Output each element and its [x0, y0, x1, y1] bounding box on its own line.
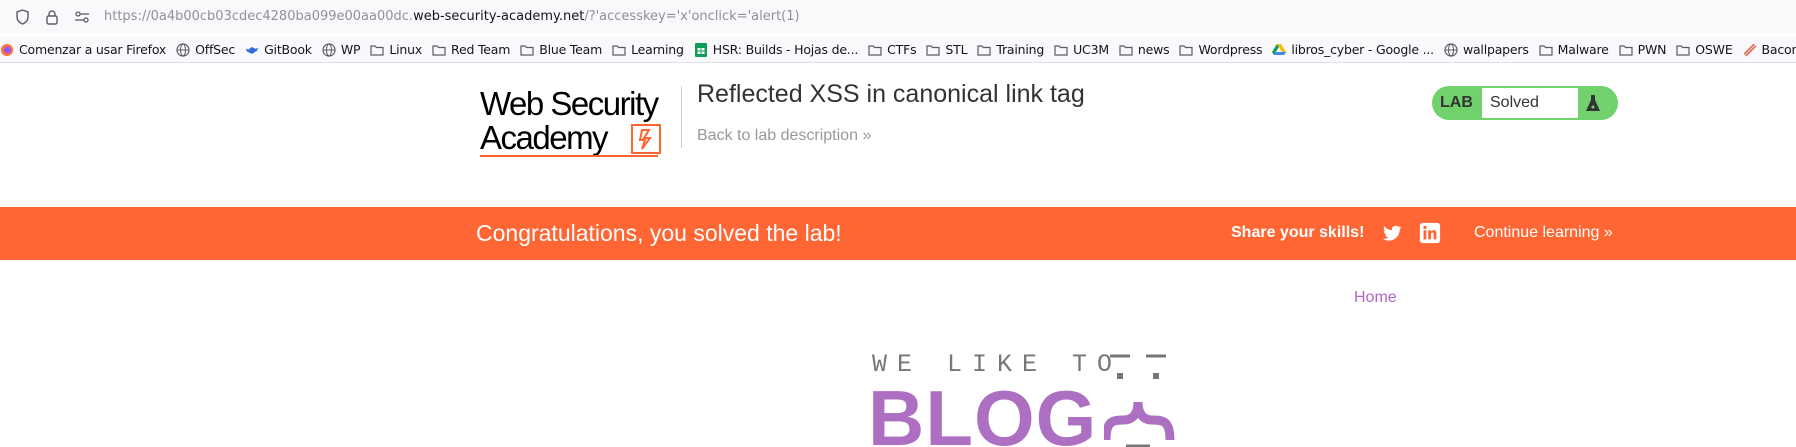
bookmark-label: libros_cyber - Google ... [1291, 42, 1434, 57]
bookmark-item[interactable]: libros_cyber - Google ... [1272, 42, 1434, 57]
logo-underline [480, 155, 658, 157]
bookmark-item[interactable]: Blue Team [520, 42, 602, 57]
bookmark-item[interactable]: Training [977, 42, 1044, 57]
bookmark-label: wallpapers [1462, 42, 1529, 57]
bookmark-item[interactable]: UC3M [1054, 42, 1109, 57]
lab-header: Web Security Academy Reflected XSS in ca… [0, 64, 1796, 207]
url-host: web-security-academy.net [413, 9, 585, 24]
bookmark-label: BaconHash [1761, 42, 1796, 57]
bookmark-label: HSR: Builds - Hojas de... [712, 42, 859, 57]
bookmark-item[interactable]: HSR: Builds - Hojas de... [694, 42, 858, 57]
double-chevron-icon: » [1603, 224, 1613, 241]
bookmark-label: Malware [1557, 42, 1609, 57]
blog-header-art: WE LIKE TO BLOG [868, 348, 1228, 447]
bookmark-label: STL [945, 42, 968, 57]
url-prefix: https://0a4b00cb03cdec4280ba099e00aa00dc… [104, 9, 414, 24]
home-link[interactable]: Home [1354, 289, 1397, 307]
bookmark-item[interactable]: OffSec [176, 42, 235, 57]
bookmark-label: WP [340, 42, 361, 57]
url-text[interactable]: https://0a4b00cb03cdec4280ba099e00aa00dc… [104, 9, 800, 24]
blog-title: BLOG [868, 374, 1098, 447]
globe-icon [176, 42, 190, 57]
folder-icon [1619, 43, 1633, 57]
folder-icon [1119, 43, 1133, 57]
bookmark-label: PWN [1637, 42, 1667, 57]
bookmark-item[interactable]: GitBook [245, 42, 312, 57]
logo-line1: Web Security [480, 85, 659, 122]
url-bar[interactable]: https://0a4b00cb03cdec4280ba099e00aa00dc… [0, 0, 1796, 33]
lab-status-badge: LAB Solved [1432, 86, 1618, 120]
bookmark-label: Wordpress [1198, 42, 1263, 57]
bookmark-label: CTFs [887, 42, 917, 57]
twitter-icon[interactable] [1381, 222, 1403, 244]
share-skills-label: Share your skills! [1231, 224, 1365, 241]
sheets-icon [694, 42, 708, 57]
folder-icon [1539, 43, 1553, 57]
bookmarks-bar: Comenzar a usar Firefox OffSec GitBook WP Li… [0, 37, 1796, 63]
bookmark-label: Comenzar a usar Firefox [19, 42, 167, 57]
lab-status-value: Solved [1482, 88, 1578, 118]
lab-title: Reflected XSS in canonical link tag [697, 80, 1085, 108]
back-link-label: Back to lab description [697, 127, 858, 144]
folder-icon [612, 43, 626, 57]
bookmark-label: OSWE [1695, 42, 1733, 57]
continue-learning-link[interactable]: Continue learning » [1474, 224, 1613, 242]
logo-bolt-icon [631, 124, 661, 154]
bookmark-label: Linux [389, 42, 423, 57]
folder-icon [868, 43, 882, 57]
bookmark-label: UC3M [1073, 42, 1109, 57]
continue-learning-label: Continue learning [1474, 224, 1600, 241]
bookmark-item[interactable]: OSWE [1676, 42, 1733, 57]
url-suffix: /?'accesskey='x'onclick='alert(1) [584, 9, 800, 24]
folder-icon [1676, 43, 1690, 57]
bookmark-item[interactable]: Learning [612, 42, 684, 57]
lock-icon[interactable] [44, 9, 60, 25]
page-permissions-icon[interactable] [74, 9, 90, 25]
bookmark-item[interactable]: news [1119, 42, 1170, 57]
bookmark-item[interactable]: BaconHash [1743, 42, 1796, 57]
bookmark-item[interactable]: Malware [1539, 42, 1609, 57]
header-divider [681, 86, 682, 148]
logo-line2: Academy [480, 119, 609, 156]
back-to-lab-link[interactable]: Back to lab description » [697, 127, 871, 145]
bookmark-item[interactable]: Red Team [432, 42, 510, 57]
gitbook-icon [245, 43, 259, 57]
folder-icon [432, 43, 446, 57]
bookmark-label: OffSec [195, 42, 236, 57]
bookmark-item[interactable]: STL [926, 42, 968, 57]
folder-icon [926, 43, 941, 57]
bookmark-label: Blue Team [539, 42, 603, 57]
globe-icon [1444, 42, 1458, 57]
bookmark-label: Red Team [451, 42, 511, 57]
bookmark-item[interactable]: Wordpress [1179, 42, 1263, 57]
folder-icon [977, 43, 991, 57]
blog-face-icon [1104, 354, 1175, 447]
folder-icon [1054, 43, 1068, 57]
bookmark-label: Training [996, 42, 1045, 57]
bookmark-label: Learning [631, 42, 684, 57]
folder-icon [520, 43, 534, 57]
drive-icon [1272, 43, 1287, 57]
folder-icon [370, 43, 384, 57]
solved-banner: Congratulations, you solved the lab! Sha… [0, 207, 1796, 260]
bookmark-label: news [1137, 42, 1170, 57]
double-chevron-icon: » [862, 127, 872, 144]
folder-icon [1179, 43, 1194, 57]
bacon-icon [1743, 43, 1757, 57]
bookmark-item[interactable]: PWN [1619, 42, 1667, 57]
shield-icon[interactable] [14, 8, 30, 25]
bookmark-label: GitBook [264, 42, 312, 57]
firefox-icon [0, 43, 14, 57]
bookmark-item[interactable]: Comenzar a usar Firefox [0, 42, 166, 57]
lab-status-tag: LAB [1440, 94, 1473, 111]
flask-icon [1578, 88, 1608, 118]
globe-icon [322, 42, 336, 57]
bookmark-item[interactable]: Linux [370, 42, 422, 57]
web-security-academy-logo[interactable]: Web Security Academy [480, 86, 680, 158]
bookmark-item[interactable]: CTFs [868, 42, 917, 57]
congratulations-message: Congratulations, you solved the lab! [476, 220, 842, 246]
bookmark-item[interactable]: wallpapers [1444, 42, 1529, 57]
linkedin-icon[interactable] [1419, 222, 1441, 244]
bookmark-item[interactable]: WP [322, 42, 361, 57]
